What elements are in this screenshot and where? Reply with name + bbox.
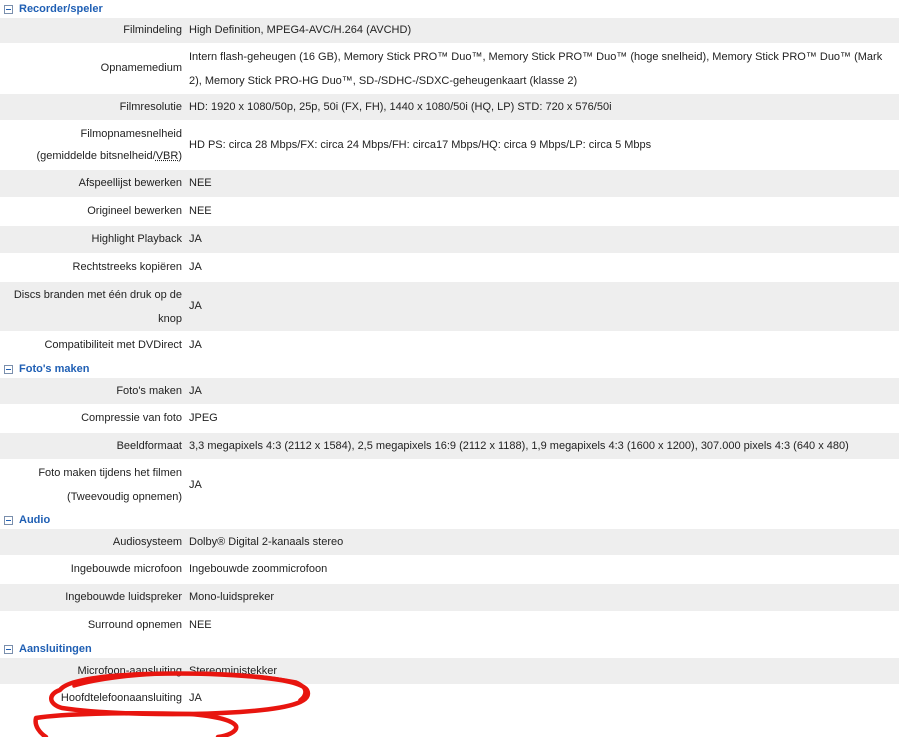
spec-label: Microfoon-aansluiting <box>77 664 182 677</box>
section-audio: Audio Audiosysteem Dolby® Digital 2-kana… <box>0 511 899 640</box>
spec-value: HD PS: circa 28 Mbps/FX: circa 24 Mbps/F… <box>189 138 652 151</box>
spec-value: JA <box>189 384 202 397</box>
spec-row: Filmindeling High Definition, MPEG4-AVC/… <box>0 18 899 44</box>
section-header-fotos-maken[interactable]: Foto's maken <box>0 360 899 378</box>
spec-label: Ingebouwde luidspreker <box>65 591 182 603</box>
spec-row: Audiosysteem Dolby® Digital 2-kanaals st… <box>0 529 899 556</box>
spec-value: Mono-luidspreker <box>189 591 274 603</box>
spec-value: JA <box>189 478 202 491</box>
spec-label: Compressie van foto <box>81 412 182 424</box>
spec-value: JA <box>189 300 202 312</box>
spec-label-line: Filmopnamesnelheid <box>80 128 183 140</box>
spec-label: Foto's maken <box>116 384 182 397</box>
spec-label: Compatibiliteit met DVDirect <box>44 339 182 351</box>
section-title[interactable]: Audio <box>19 514 50 526</box>
spec-value: Dolby® Digital 2-kanaals stereo <box>189 535 344 548</box>
spec-value: Ingebouwde zoommicrofoon <box>189 563 328 575</box>
spec-value: Stereoministekker <box>189 664 278 677</box>
collapse-icon[interactable] <box>4 4 13 14</box>
spec-row: Beeldformaat 3,3 megapixels 4:3 (2112 x … <box>0 433 899 460</box>
section-header-recorder-speler[interactable]: Recorder/speler <box>0 0 899 18</box>
spec-row: Origineel bewerken NEE <box>0 198 899 226</box>
spec-label: Opnamemedium <box>100 62 182 74</box>
spec-label-line: (gemiddelde bitsnelheid/VBR) <box>36 145 182 167</box>
spec-row: Hoofdtelefoonaansluiting JA <box>0 685 899 713</box>
spec-row: Compressie van foto JPEG <box>0 405 899 433</box>
spec-label: Filmopnamesnelheid (gemiddelde bitsnelhe… <box>0 121 188 169</box>
annotation-lower-scribble <box>33 710 239 737</box>
spec-value: NEE <box>189 619 212 631</box>
spec-row: Afspeellijst bewerken NEE <box>0 170 899 198</box>
section-title[interactable]: Foto's maken <box>19 363 89 375</box>
spec-label: Beeldformaat <box>116 439 182 452</box>
spec-label: Discs branden met één druk op de knop <box>13 288 182 325</box>
spec-label: Rechtstreeks kopiëren <box>72 261 182 273</box>
spec-value: High Definition, MPEG4-AVC/H.264 (AVCHD) <box>189 24 412 36</box>
spec-label: Foto maken tijdens het filmen (Tweevoudi… <box>38 467 182 503</box>
spec-value: NEE <box>189 177 212 189</box>
spec-row: Highlight Playback JA <box>0 226 899 254</box>
section-aansluitingen: Aansluitingen Microfoon-aansluiting Ster… <box>0 640 899 713</box>
spec-row: Foto maken tijdens het filmen (Tweevoudi… <box>0 460 899 511</box>
spec-label: Filmindeling <box>123 24 182 36</box>
spec-value: JA <box>189 692 202 704</box>
spec-label: Audiosysteem <box>112 535 182 548</box>
section-recorder-speler: Recorder/speler Filmindeling High Defini… <box>0 0 899 360</box>
spec-row: Surround opnemen NEE <box>0 612 899 640</box>
spec-value: JA <box>189 233 202 245</box>
spec-value: JA <box>189 261 202 273</box>
spec-row: Ingebouwde microfoon Ingebouwde zoommicr… <box>0 556 899 584</box>
spec-row: Rechtstreeks kopiëren JA <box>0 254 899 282</box>
spec-value: NEE <box>189 205 212 217</box>
section-header-audio[interactable]: Audio <box>0 511 899 529</box>
vbr-abbreviation: VBR <box>155 150 179 162</box>
spec-row: Microfoon-aansluiting Stereoministekker <box>0 658 899 685</box>
section-header-aansluitingen[interactable]: Aansluitingen <box>0 640 899 658</box>
collapse-icon[interactable] <box>4 515 13 525</box>
collapse-icon[interactable] <box>4 644 13 654</box>
spec-label: Filmresolutie <box>119 100 182 113</box>
spec-row: Discs branden met één druk op de knop JA <box>0 282 899 332</box>
collapse-icon[interactable] <box>4 364 13 374</box>
spec-row: Filmopnamesnelheid (gemiddelde bitsnelhe… <box>0 121 899 170</box>
section-fotos-maken: Foto's maken Foto's maken JA Compressie … <box>0 360 899 511</box>
spec-page: Recorder/speler Filmindeling High Defini… <box>0 0 899 713</box>
spec-row: Opnamemedium Intern flash-geheugen (16 G… <box>0 44 899 94</box>
spec-value: Intern flash-geheugen (16 GB), Memory St… <box>189 50 883 87</box>
spec-row: Filmresolutie HD: 1920 x 1080/50p, 25p, … <box>0 94 899 121</box>
spec-value: JA <box>189 339 202 351</box>
spec-value: 3,3 megapixels 4:3 (2112 x 1584), 2,5 me… <box>189 439 849 452</box>
spec-label: Surround opnemen <box>87 619 182 631</box>
section-title[interactable]: Recorder/speler <box>19 3 103 15</box>
spec-label: Origineel bewerken <box>87 205 182 217</box>
spec-label-suffix: ) <box>178 150 182 162</box>
spec-label: Afspeellijst bewerken <box>78 177 182 189</box>
spec-row: Ingebouwde luidspreker Mono-luidspreker <box>0 584 899 612</box>
spec-value: JPEG <box>189 412 218 424</box>
spec-label: Highlight Playback <box>91 233 183 245</box>
spec-label-prefix: (gemiddelde bitsnelheid/ <box>36 150 156 162</box>
spec-value: HD: 1920 x 1080/50p, 25p, 50i (FX, FH), … <box>189 100 612 113</box>
spec-row: Foto's maken JA <box>0 378 899 405</box>
spec-label: Ingebouwde microfoon <box>70 563 182 575</box>
spec-label: Hoofdtelefoonaansluiting <box>60 692 182 704</box>
section-title[interactable]: Aansluitingen <box>19 643 92 655</box>
spec-row: Compatibiliteit met DVDirect JA <box>0 332 899 360</box>
